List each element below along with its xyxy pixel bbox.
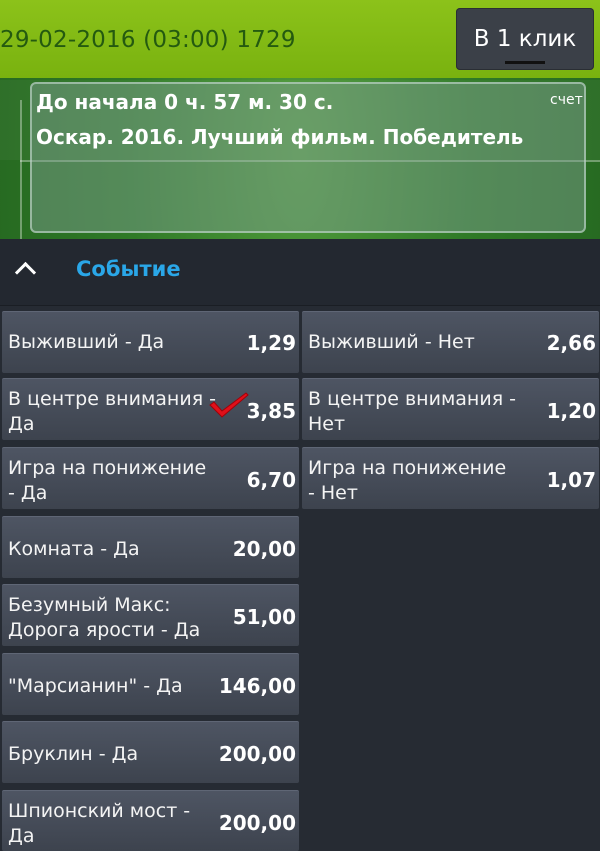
outcome-name: Выживший - Нет	[308, 331, 475, 353]
outcome-cell[interactable]: В центре внимания - Нет 1,20	[302, 378, 599, 440]
checkmark-icon	[209, 392, 249, 418]
outcome-name-line2: Дорога ярости - Да	[8, 619, 201, 641]
score-label[interactable]: счет	[550, 92, 583, 108]
outcome-cell[interactable]: Игра на понижение - Нет 1,07	[302, 447, 599, 509]
outcome-cell[interactable]: Выживший - Нет 2,66	[302, 311, 599, 373]
outcome-name: Шпионский мост -	[8, 800, 191, 822]
outcome-odd: 200,00	[218, 742, 296, 766]
outcome-name: Выживший - Да	[8, 331, 165, 353]
outcome-name: Безумный Макс:	[8, 594, 171, 616]
outcome-name-line2: Да	[8, 413, 35, 435]
outcome-cell[interactable]: Комната - Да 20,00	[2, 516, 299, 578]
outcome-odd: 20,00	[232, 537, 296, 561]
outcome-odd: 1,20	[546, 399, 596, 423]
outcome-cell[interactable]: "Марсианин" - Да 146,00	[2, 653, 299, 715]
outcome-name: Комната - Да	[8, 538, 140, 560]
outcome-name: Игра на понижение	[308, 457, 507, 479]
outcome-odd: 2,66	[546, 331, 596, 355]
outcome-odd: 1,29	[246, 331, 296, 355]
outcome-odd: 200,00	[218, 811, 296, 835]
outcome-name-line2: Да	[8, 825, 35, 847]
one-click-underline	[505, 61, 545, 64]
outcome-cell[interactable]: Бруклин - Да 200,00	[2, 721, 299, 783]
outcome-name: Бруклин - Да	[8, 743, 139, 765]
outcome-name-line2: - Нет	[308, 482, 358, 504]
outcome-name: Игра на понижение	[8, 457, 207, 479]
section-title[interactable]: Событие	[76, 257, 181, 281]
outcome-odd: 146,00	[218, 674, 296, 698]
outcome-odd: 51,00	[232, 605, 296, 629]
outcome-name: В центре внимания -	[308, 388, 517, 410]
outcome-cell[interactable]: Шпионский мост - Да 200,00	[2, 790, 299, 851]
countdown: До начала 0 ч. 57 м. 30 с.	[36, 90, 334, 114]
outcome-name: В центре внимания -	[8, 388, 217, 410]
outcome-name-line2: - Да	[8, 482, 48, 504]
one-click-label: В 1 клик	[473, 26, 577, 52]
event-name: Оскар. 2016. Лучший фильм. Победитель	[36, 125, 524, 149]
outcome-cell[interactable]: Выживший - Да 1,29	[2, 311, 299, 373]
match-datetime: 29-02-2016 (03:00) 1729	[0, 27, 296, 53]
outcome-name-line2: Нет	[308, 413, 346, 435]
outcome-odd: 6,70	[246, 468, 296, 492]
outcome-cell-selected[interactable]: В центре внимания - Да 3,85	[2, 378, 299, 440]
outcome-name: "Марсианин" - Да	[8, 675, 183, 697]
one-click-button[interactable]: В 1 клик	[456, 8, 594, 70]
outcome-odd: 3,85	[246, 399, 296, 423]
outcome-cell[interactable]: Игра на понижение - Да 6,70	[2, 447, 299, 509]
outcome-odd: 1,07	[546, 468, 596, 492]
top-bar: 29-02-2016 (03:00) 1729 В 1 клик	[0, 0, 600, 78]
outcome-cell[interactable]: Безумный Макс: Дорога ярости - Да 51,00	[2, 584, 299, 646]
